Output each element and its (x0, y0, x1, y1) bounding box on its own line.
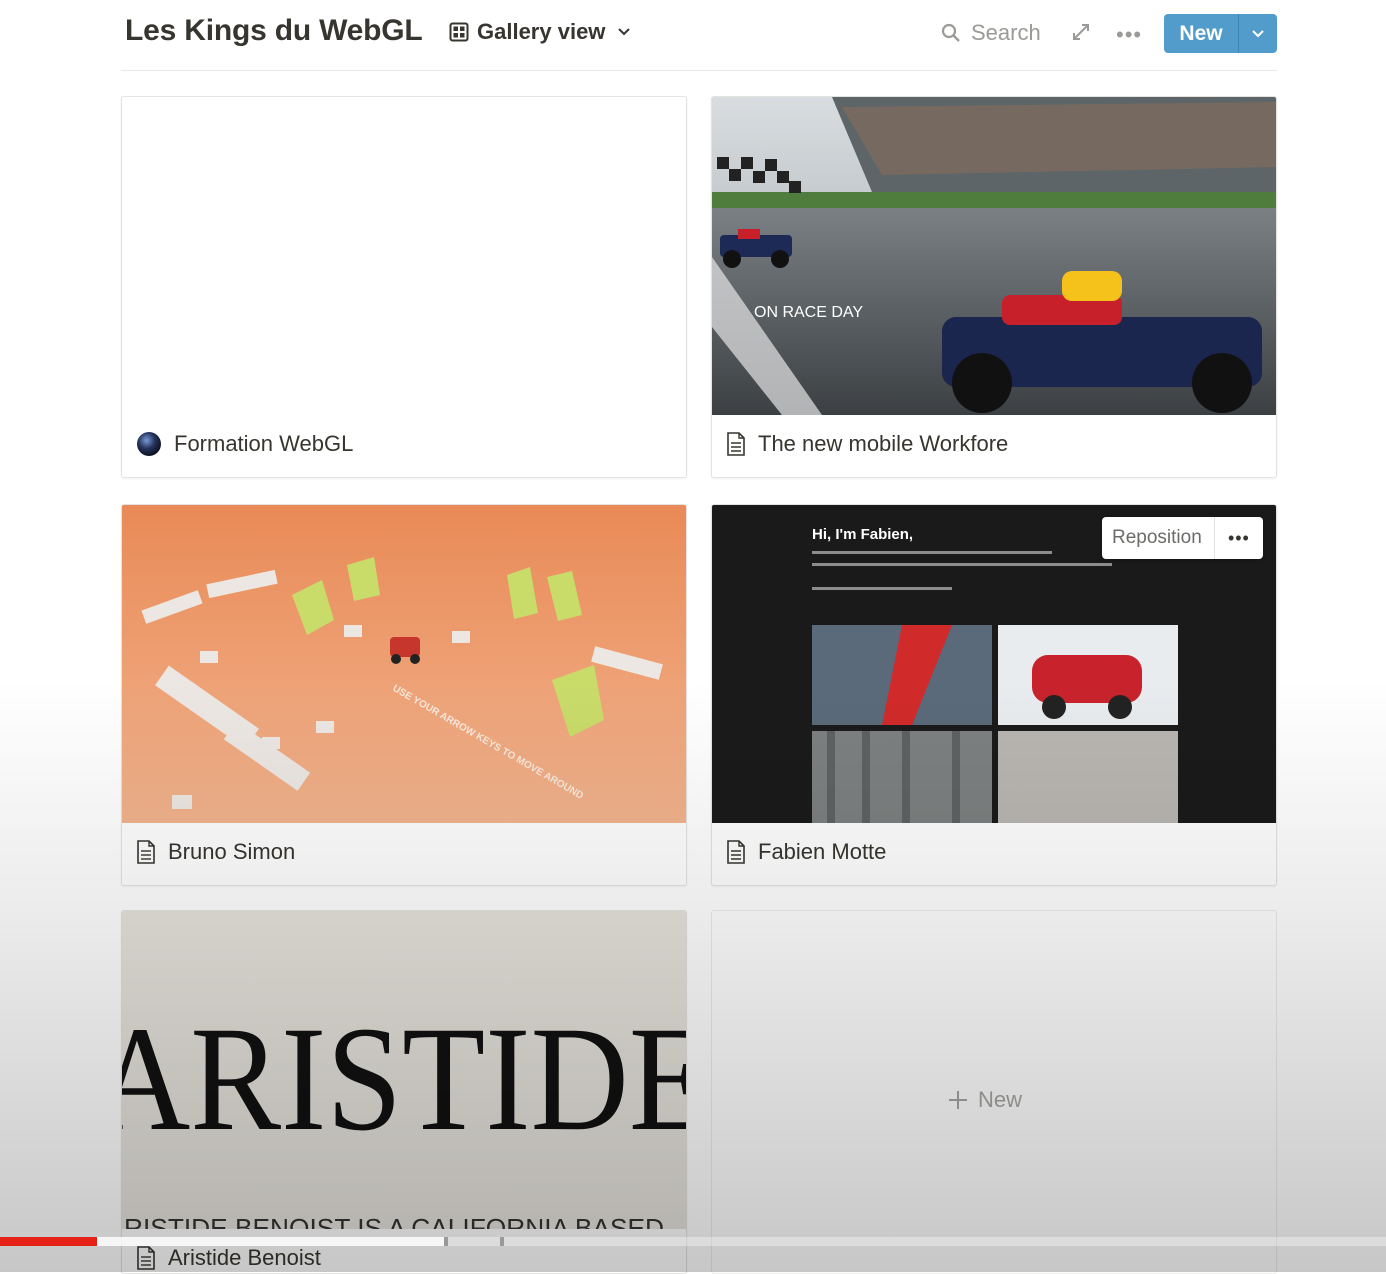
cover-text: Hi, I'm Fabien, (812, 526, 913, 543)
sphere-icon (137, 432, 161, 456)
chevron-down-icon (1252, 29, 1264, 37)
view-label: Gallery view (477, 19, 606, 44)
chapter-marker (444, 1237, 448, 1246)
cover-actions: Reposition ••• (1102, 517, 1263, 559)
gallery-card[interactable]: Formation WebGL (121, 96, 687, 478)
bruno-simon-cover-image: USE YOUR ARROW KEYS TO MOVE AROUND (122, 505, 686, 823)
gallery-card[interactable]: ARISTIDE RISTIDE BENOIST IS A CALIFORNIA… (121, 910, 687, 1274)
cover-subtext: RISTIDE BENOIST IS A CALIFORNIA BASED (124, 1213, 664, 1229)
card-caption: The new mobile Workfore (726, 431, 1008, 457)
new-card-label: New (978, 1087, 1023, 1112)
search-icon (941, 23, 960, 42)
card-caption: Aristide Benoist (136, 1245, 321, 1271)
card-title: Bruno Simon (168, 839, 296, 864)
search-button[interactable]: Search (941, 20, 1041, 46)
expand-icon[interactable] (1071, 22, 1091, 42)
card-title: Aristide Benoist (168, 1245, 321, 1270)
reposition-button[interactable]: Reposition (1102, 517, 1215, 559)
card-cover: USE YOUR ARROW KEYS TO MOVE AROUND (122, 505, 686, 823)
page-title: Les Kings du WebGL (125, 14, 423, 47)
race-cover-image: ON RACE DAY (712, 97, 1276, 415)
card-cover: ON RACE DAY (712, 97, 1276, 415)
card-cover: ARISTIDE RISTIDE BENOIST IS A CALIFORNIA… (122, 911, 686, 1229)
video-progress-bar[interactable] (0, 1237, 1386, 1246)
gallery-card[interactable]: ON RACE DAY The new mobile Workfore (711, 96, 1277, 478)
aristide-cover-image: ARISTIDE RISTIDE BENOIST IS A CALIFORNIA… (122, 911, 686, 1229)
new-dropdown-button[interactable] (1238, 14, 1277, 53)
more-options-icon[interactable]: ••• (1116, 22, 1142, 48)
chevron-down-icon (618, 28, 631, 36)
gallery-icon (449, 22, 469, 42)
card-caption: Fabien Motte (726, 839, 886, 865)
plus-icon (949, 1091, 967, 1109)
new-button-label[interactable]: New (1164, 14, 1238, 53)
card-caption: Formation WebGL (136, 431, 353, 457)
new-button[interactable]: New (1164, 14, 1277, 53)
card-title: Fabien Motte (758, 839, 887, 864)
database-header: Les Kings du WebGL Gallery view Search •… (121, 0, 1277, 71)
progress-played (0, 1237, 97, 1246)
card-title: The new mobile Workfore (758, 431, 1009, 456)
new-card[interactable]: New (711, 910, 1277, 1274)
page-icon (137, 840, 155, 864)
page-icon (727, 432, 745, 456)
page-icon (727, 840, 745, 864)
new-card-button[interactable]: New (948, 1087, 1022, 1113)
cover-text: ARISTIDE (122, 996, 686, 1162)
chapter-marker (500, 1237, 504, 1246)
search-label: Search (971, 20, 1041, 45)
cover-text: ON RACE DAY (754, 304, 863, 321)
cover-more-icon[interactable]: ••• (1215, 528, 1263, 549)
page-icon (137, 1246, 155, 1270)
card-title: Formation WebGL (174, 431, 354, 456)
gallery-card[interactable]: USE YOUR ARROW KEYS TO MOVE AROUND Bruno… (121, 504, 687, 886)
card-caption: Bruno Simon (136, 839, 295, 865)
view-switcher[interactable]: Gallery view (449, 19, 631, 45)
gallery-card[interactable]: Hi, I'm Fabien, Reposition ••• Fabien Mo… (711, 504, 1277, 886)
